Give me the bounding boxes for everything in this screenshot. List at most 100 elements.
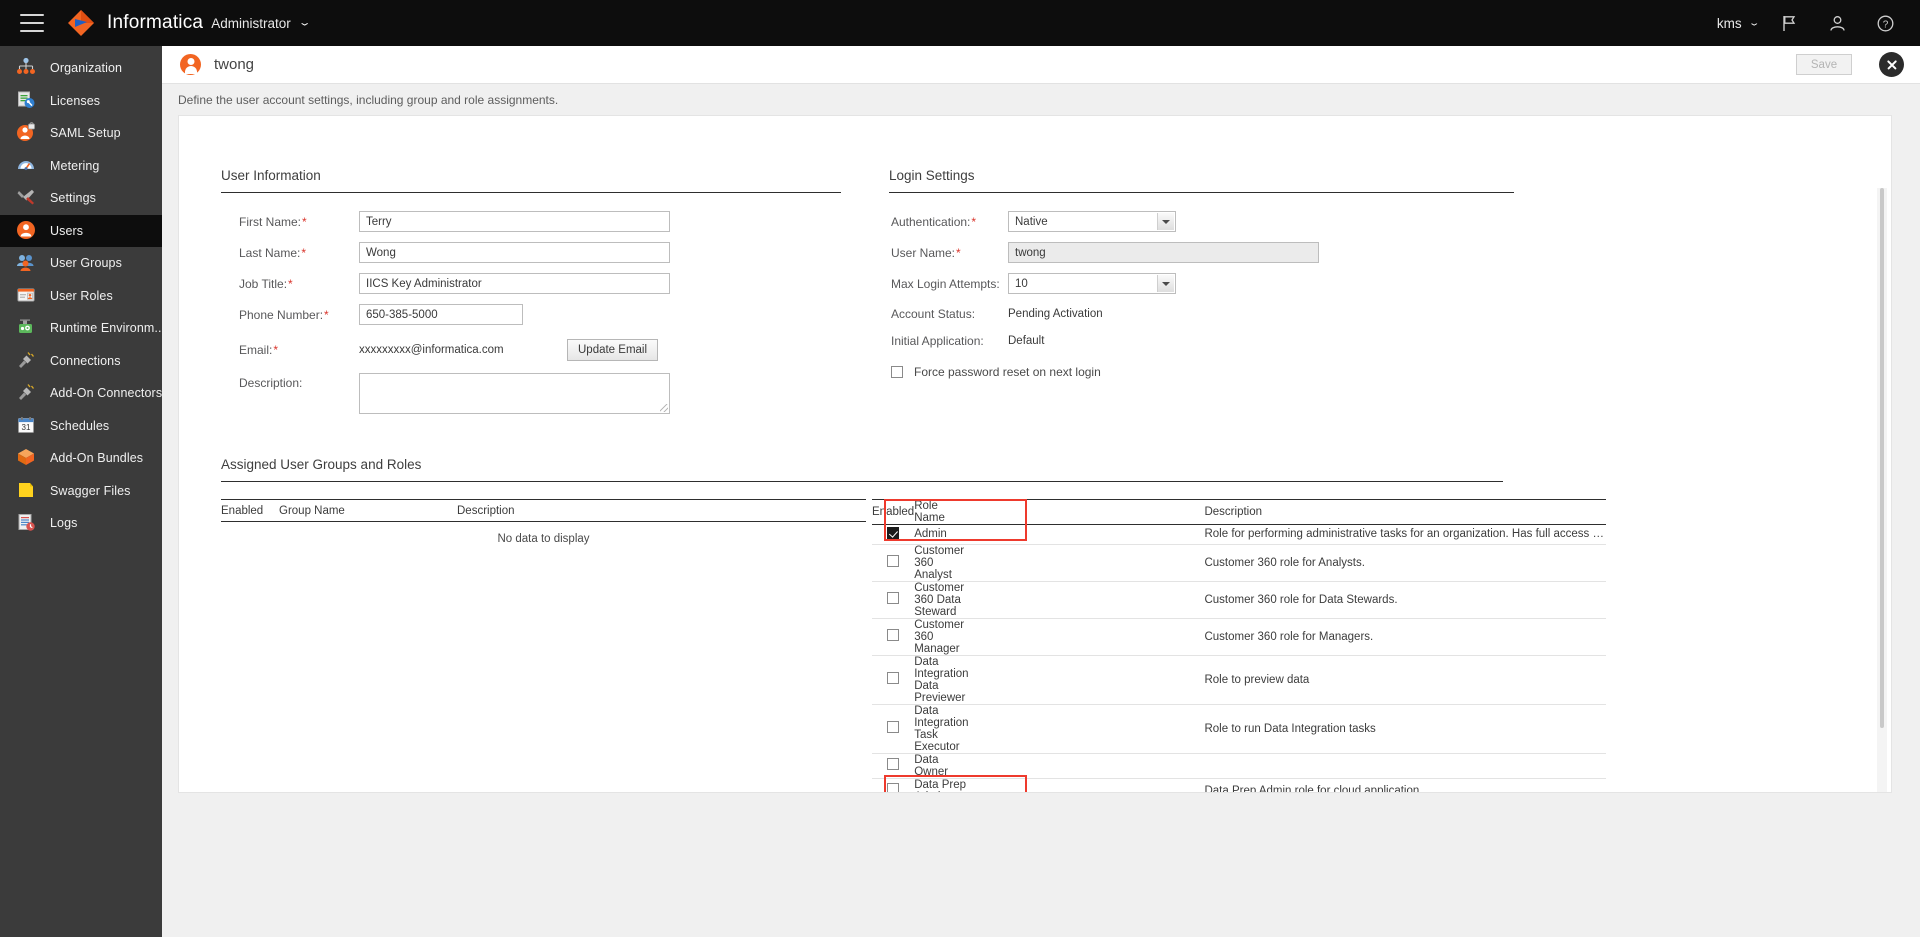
sidebar-item-swagger-files[interactable]: Swagger Files — [0, 475, 162, 508]
roles-header-description[interactable]: Description — [970, 499, 1607, 525]
org-chevron-down-icon[interactable]: ⌄ — [1748, 18, 1760, 27]
update-email-button[interactable]: Update Email — [567, 339, 659, 361]
scrollbar-thumb[interactable] — [1880, 188, 1884, 728]
role-enabled-cell — [872, 778, 915, 792]
account-status-value: Pending Activation — [1008, 308, 1103, 320]
assigned-heading: Assigned User Groups and Roles — [221, 457, 422, 472]
flag-icon[interactable] — [1772, 6, 1806, 40]
job-title-input[interactable]: IICS Key Administrator — [359, 273, 670, 294]
table-row[interactable]: Data Prep Admin Data Prep Admin role for … — [872, 778, 1607, 793]
role-enabled-checkbox[interactable] — [887, 555, 900, 568]
role-enabled-checkbox[interactable] — [887, 629, 900, 642]
max-login-attempts-select[interactable]: 10 — [1008, 273, 1176, 294]
main-content: twong Save Define the user account setti… — [162, 46, 1920, 937]
sidebar-item-settings[interactable]: Settings — [0, 182, 162, 215]
role-enabled-checkbox[interactable] — [887, 526, 900, 539]
role-description-cell: Role to run Data Integration tasks — [970, 704, 1607, 754]
help-icon[interactable]: ? — [1868, 6, 1902, 40]
user-icon[interactable] — [1820, 6, 1854, 40]
role-name-cell: Data Prep Admin — [914, 778, 971, 792]
sidebar-item-metering[interactable]: Metering — [0, 150, 162, 183]
table-row[interactable]: Customer 360 Analyst Customer 360 role fo… — [872, 544, 1607, 582]
close-icon[interactable] — [1879, 52, 1904, 77]
table-row[interactable]: Data Integration Task Executor Role to ru… — [872, 704, 1607, 754]
first-name-row: First Name:* Terry — [239, 211, 841, 232]
sidebar-item-label: Swagger Files — [50, 483, 131, 498]
force-password-reset-label: Force password reset on next login — [914, 365, 1101, 379]
sidebar-item-organization[interactable]: Organization — [0, 52, 162, 85]
table-row[interactable]: Customer 360 Manager Customer 360 role fo… — [872, 618, 1607, 656]
role-description-cell: Data Prep Admin role for cloud applicati… — [970, 778, 1607, 793]
chevron-down-icon[interactable]: ⌄ — [298, 18, 311, 27]
sidebar-item-add-on-connectors[interactable]: Add-On Connectors — [0, 377, 162, 410]
org-name-label[interactable]: kms — [1717, 16, 1742, 31]
last-name-input[interactable]: Wong — [359, 242, 670, 263]
table-row[interactable]: Customer 360 Data Steward Customer 360 ro… — [872, 581, 1607, 619]
sidebar-item-label: Settings — [50, 191, 96, 206]
role-enabled-checkbox[interactable] — [887, 672, 900, 685]
role-description-cell: Customer 360 role for Analysts. — [970, 544, 1607, 582]
role-name-cell: Customer 360 Analyst — [914, 544, 971, 582]
table-row[interactable]: Data Owner — [872, 753, 1607, 779]
top-bar: Informatica Administrator ⌄ kms ⌄ ? — [0, 0, 1920, 46]
gauge-icon — [16, 155, 38, 177]
role-description-cell: Role to preview data — [970, 655, 1607, 705]
sidebar-item-users[interactable]: Users — [0, 214, 162, 247]
user-roles-table-wrap: Enabled Role Name Description Admin Role … — [872, 499, 1607, 792]
roles-header-enabled[interactable]: Enabled — [872, 499, 915, 525]
resize-grip-icon[interactable] — [660, 404, 668, 412]
groups-empty-message: No data to display — [497, 533, 590, 545]
roles-header-role-name[interactable]: Role Name — [914, 499, 971, 525]
sidebar-item-user-groups[interactable]: User Groups — [0, 247, 162, 280]
table-row[interactable]: Admin Role for performing administrative … — [872, 524, 1607, 545]
force-password-reset-checkbox[interactable] — [891, 366, 903, 378]
role-enabled-cell — [872, 618, 915, 656]
account-status-row: Account Status: Pending Activation — [891, 307, 1514, 321]
box-icon — [16, 447, 38, 469]
user-groups-table: Enabled Group Name Description — [221, 499, 866, 522]
table-row[interactable]: Data Integration Data Previewer Role to p… — [872, 655, 1607, 705]
hamburger-icon[interactable] — [20, 14, 44, 32]
phone-number-input[interactable]: 650-385-5000 — [359, 304, 523, 325]
sidebar-item-logs[interactable]: Logs — [0, 507, 162, 540]
role-enabled-checkbox[interactable] — [887, 721, 900, 734]
description-textarea-value — [360, 374, 669, 380]
brand-subtitle: Administrator — [211, 15, 291, 31]
svg-text:31: 31 — [21, 423, 31, 432]
sidebar-item-label: Schedules — [50, 418, 110, 433]
chevron-down-icon[interactable] — [1157, 275, 1174, 292]
sidebar-item-add-on-bundles[interactable]: Add-On Bundles — [0, 442, 162, 475]
first-name-input[interactable]: Terry — [359, 211, 670, 232]
user-avatar-icon — [180, 54, 201, 75]
max-login-attempts-value: 10 — [1015, 277, 1028, 290]
authentication-select[interactable]: Native — [1008, 211, 1176, 232]
informatica-logo-icon — [66, 8, 96, 38]
role-enabled-checkbox[interactable] — [887, 783, 900, 792]
role-description-text: Customer 360 role for Data Stewards. — [1204, 593, 1398, 606]
groups-header-group-name[interactable]: Group Name — [279, 499, 457, 522]
force-password-reset-row: Force password reset on next login — [891, 365, 1514, 379]
role-enabled-checkbox[interactable] — [887, 758, 900, 771]
sidebar-item-runtime-environm[interactable]: Runtime Environm... — [0, 312, 162, 345]
role-description-text: Customer 360 role for Managers. — [1204, 630, 1374, 643]
table-header-row: Enabled Role Name Description — [872, 499, 1607, 525]
sidebar-item-user-roles[interactable]: User Roles — [0, 280, 162, 313]
chevron-down-icon[interactable] — [1157, 213, 1174, 230]
plug-icon — [16, 382, 38, 404]
role-enabled-cell — [872, 581, 915, 619]
sidebar-item-saml-setup[interactable]: SAML Setup — [0, 117, 162, 150]
groups-header-description[interactable]: Description — [457, 499, 866, 522]
save-button[interactable]: Save — [1796, 54, 1852, 75]
vertical-scrollbar[interactable] — [1877, 188, 1887, 792]
sidebar-item-connections[interactable]: Connections — [0, 345, 162, 378]
role-name-cell: Admin — [914, 524, 971, 545]
sidebar-item-schedules[interactable]: 31 Schedules — [0, 410, 162, 443]
role-description-text: Data Prep Admin role for cloud applicati… — [1204, 784, 1420, 793]
user-groups-table-wrap: Enabled Group Name Description No data t… — [221, 499, 866, 792]
sidebar-item-licenses[interactable]: Licenses — [0, 85, 162, 118]
description-textarea[interactable] — [359, 373, 670, 414]
groups-header-enabled[interactable]: Enabled — [221, 499, 279, 522]
role-enabled-checkbox[interactable] — [887, 592, 900, 605]
sidebar-item-label: Runtime Environm... — [50, 321, 162, 336]
sidebar-item-label: Metering — [50, 158, 100, 173]
